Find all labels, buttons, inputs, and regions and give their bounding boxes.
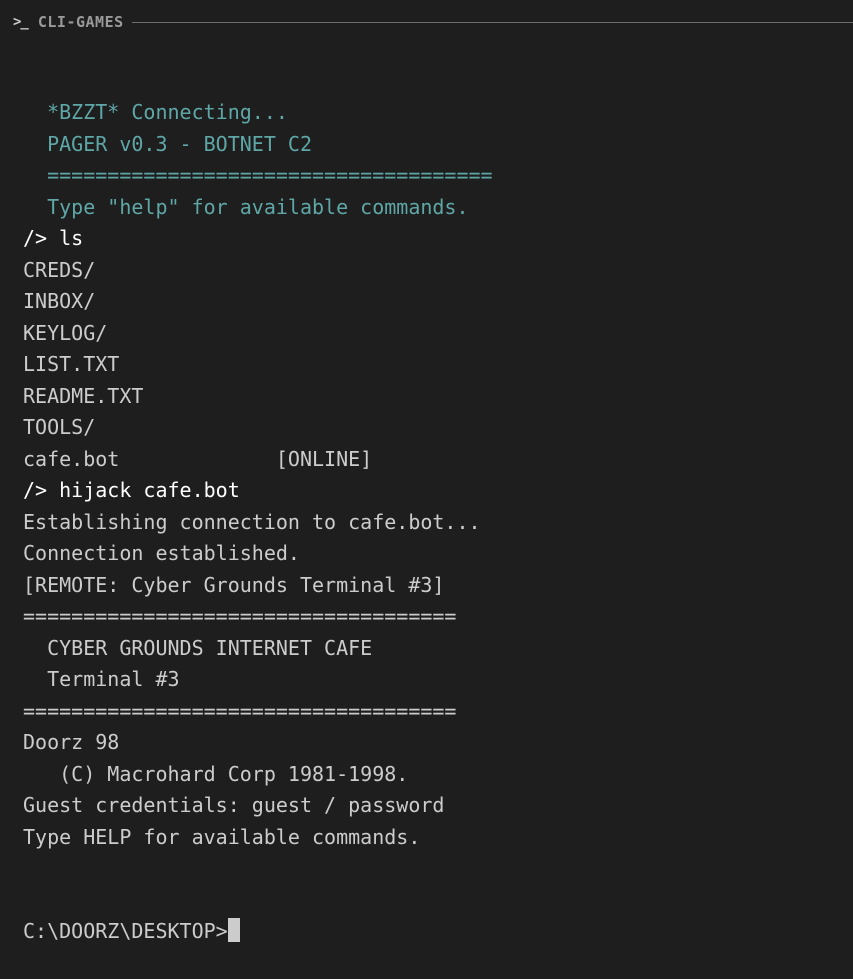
terminal-output-line: (C) Macrohard Corp 1981-1998. — [23, 761, 409, 786]
terminal-output-line: KEYLOG/ — [23, 320, 108, 345]
terminal-output-line: Type HELP for available commands. — [23, 824, 421, 849]
terminal-output-line: Terminal #3 — [23, 667, 180, 691]
terminal-output-line: Connection established. — [23, 541, 300, 565]
terminal-output-line: Establishing connection to cafe.bot... — [23, 509, 481, 534]
terminal-output-line: Guest credentials: guest / password — [23, 793, 445, 817]
terminal-output-line: ===================================== — [23, 163, 493, 187]
window-title: CLI-GAMES — [37, 13, 124, 31]
terminal-output-line: ==================================== — [23, 698, 457, 723]
terminal-output-line: README.TXT — [23, 383, 144, 408]
terminal-output-line: CREDS/ — [23, 257, 96, 282]
terminal-command-line: /> hijack cafe.bot — [23, 478, 240, 502]
terminal-output-line: LIST.TXT — [23, 352, 120, 376]
terminal-output-line: CYBER GROUNDS INTERNET CAFE — [23, 635, 373, 660]
terminal-prompt-icon: >_ — [13, 14, 29, 30]
terminal-output-line: ==================================== — [23, 604, 457, 628]
terminal-input-prompt: C:\DOORZ\DESKTOP> — [23, 919, 228, 943]
terminal-output-line: cafe.bot [ONLINE] — [23, 446, 373, 471]
cursor-block — [227, 918, 240, 942]
terminal-lines: *BZZT* Connecting... PAGER v0.3 - BOTNET… — [23, 97, 843, 853]
terminal-output-line: [REMOTE: Cyber Grounds Terminal #3] — [23, 572, 445, 597]
terminal-output-line: *BZZT* Connecting... — [23, 100, 288, 124]
terminal-output-line: Doorz 98 — [23, 730, 120, 754]
titlebar-rule — [131, 22, 853, 23]
terminal-output-line: INBOX/ — [23, 289, 96, 313]
terminal-output-line: TOOLS/ — [23, 415, 96, 439]
terminal-output[interactable]: *BZZT* Connecting... PAGER v0.3 - BOTNET… — [23, 34, 843, 979]
titlebar: >_ CLI-GAMES — [0, 0, 853, 44]
terminal-input-line[interactable]: C:\DOORZ\DESKTOP> — [23, 916, 843, 948]
terminal-output-line: PAGER v0.3 - BOTNET C2 — [23, 131, 312, 156]
terminal-output-line: Type "help" for available commands. — [23, 194, 469, 219]
terminal-command-line: /> ls — [23, 226, 84, 250]
